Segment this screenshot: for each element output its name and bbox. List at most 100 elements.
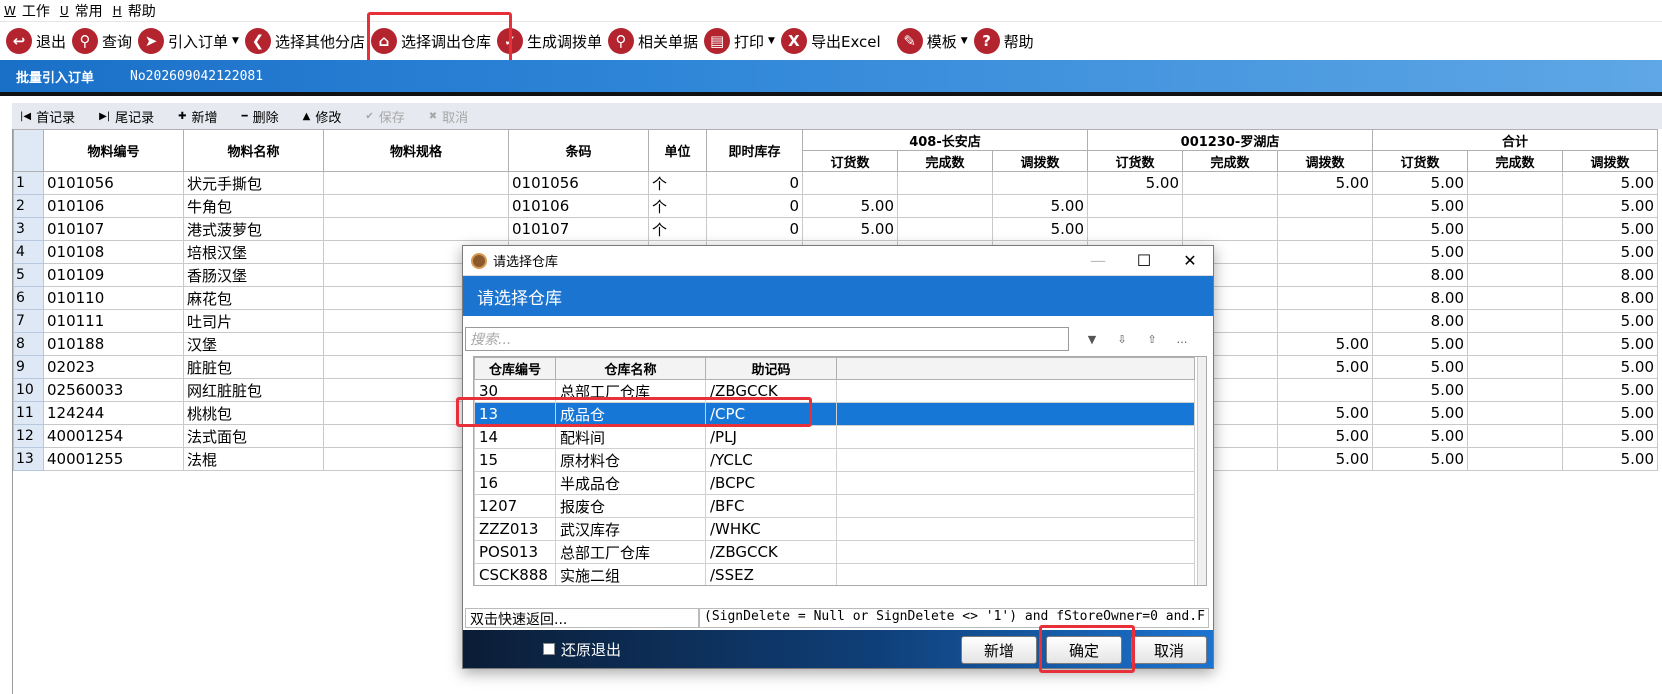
dialog-scrollbar[interactable] <box>1197 357 1206 585</box>
menu-common[interactable]: U 常用 <box>60 1 103 21</box>
confirm-button[interactable]: 确定 <box>1046 636 1122 664</box>
cell-total-order[interactable]: 5.00 <box>1372 401 1468 425</box>
list-item[interactable]: 1207 报废仓/BFC <box>474 494 1195 518</box>
cell-warehouse-code[interactable]: 14 <box>474 425 556 449</box>
table-row[interactable]: 2 010106 牛角包 010106 个 0 5.00 5.00 5.00 5.00 <box>13 194 1658 218</box>
cell-total-order[interactable]: 5.00 <box>1372 171 1468 195</box>
related-docs-button[interactable]: ⚲ 相关单据 <box>608 25 698 57</box>
cell-warehouse-name[interactable]: 成品仓 <box>555 402 706 426</box>
cell-name[interactable]: 脏脏包 <box>183 355 324 379</box>
cell-total-order[interactable]: 5.00 <box>1372 332 1468 356</box>
cell-barcode[interactable]: 0101056 <box>508 171 649 195</box>
generate-transfer-button[interactable]: ✓ 生成调拨单 <box>497 25 602 57</box>
cell-empty[interactable] <box>836 448 1195 472</box>
list-item[interactable]: CSCK888 实施二组/SSEZ <box>474 563 1195 585</box>
cell-empty[interactable] <box>836 494 1195 518</box>
cell-total-transfer[interactable]: 8.00 <box>1562 263 1658 287</box>
cell-luohu-done[interactable] <box>1182 217 1278 241</box>
maximize-icon[interactable]: ☐ <box>1121 251 1167 270</box>
cell-total-transfer[interactable]: 5.00 <box>1562 424 1658 448</box>
sub-header-done[interactable]: 完成数 <box>1182 150 1278 172</box>
cell-stock[interactable]: 0 <box>706 194 803 218</box>
cell-name[interactable]: 吐司片 <box>183 309 324 333</box>
cell-warehouse-name[interactable]: 总部工厂仓库 <box>555 379 706 403</box>
cell-changan-transfer[interactable]: 5.00 <box>992 217 1088 241</box>
cell-empty[interactable] <box>836 563 1195 585</box>
menu-work[interactable]: W 工作 <box>4 1 50 21</box>
cell-luohu-done[interactable] <box>1182 194 1278 218</box>
cell-mnemonic[interactable]: /BFC <box>705 494 837 518</box>
table-row[interactable]: 3 010107 港式菠萝包 010107 个 0 5.00 5.00 5.00 5.00 <box>13 217 1658 241</box>
cell-total-transfer[interactable]: 5.00 <box>1562 355 1658 379</box>
cell-spec[interactable] <box>323 171 509 195</box>
col-header-barcode[interactable]: 条码 <box>508 129 649 172</box>
cell-changan-done[interactable] <box>897 171 993 195</box>
cell-name[interactable]: 网红脏脏包 <box>183 378 324 402</box>
cell-total-done[interactable] <box>1467 309 1563 333</box>
cell-code[interactable]: 02023 <box>43 355 184 379</box>
cell-luohu-transfer[interactable] <box>1277 263 1373 287</box>
sub-header-transfer[interactable]: 调拨数 <box>992 150 1088 172</box>
cell-luohu-transfer[interactable] <box>1277 286 1373 310</box>
cell-total-order[interactable]: 5.00 <box>1372 240 1468 264</box>
cell-code[interactable]: 40001255 <box>43 447 184 471</box>
new-button[interactable]: 新增 <box>961 636 1037 664</box>
col-header-warehouse-code[interactable]: 仓库编号 <box>474 357 556 380</box>
add-record-button[interactable]: ✚ 新增 <box>178 107 217 126</box>
cell-luohu-done[interactable] <box>1182 171 1278 195</box>
template-button[interactable]: ✎ 模板 ▼ <box>896 25 968 57</box>
cell-total-done[interactable] <box>1467 424 1563 448</box>
sort-asc-icon[interactable]: ⇩ <box>1107 333 1137 346</box>
cell-name[interactable]: 牛角包 <box>183 194 324 218</box>
edit-record-button[interactable]: ▲ 修改 <box>303 107 342 126</box>
col-header-stock[interactable]: 即时库存 <box>706 129 803 172</box>
cell-code[interactable]: 010188 <box>43 332 184 356</box>
cell-total-order[interactable]: 8.00 <box>1372 263 1468 287</box>
cell-warehouse-name[interactable]: 配料间 <box>555 425 706 449</box>
cell-changan-order[interactable]: 5.00 <box>802 194 898 218</box>
cell-empty[interactable] <box>836 425 1195 449</box>
cell-name[interactable]: 培根汉堡 <box>183 240 324 264</box>
cell-changan-order[interactable]: 5.00 <box>802 217 898 241</box>
cell-code[interactable]: 010111 <box>43 309 184 333</box>
cell-luohu-order[interactable] <box>1087 194 1183 218</box>
col-header-warehouse-name[interactable]: 仓库名称 <box>555 357 706 380</box>
delete-record-button[interactable]: ━ 删除 <box>242 107 279 126</box>
sub-header-order[interactable]: 订货数 <box>802 150 898 172</box>
cell-total-order[interactable]: 5.00 <box>1372 447 1468 471</box>
cell-total-done[interactable] <box>1467 401 1563 425</box>
cell-total-done[interactable] <box>1467 332 1563 356</box>
cell-changan-transfer[interactable] <box>992 171 1088 195</box>
import-order-button[interactable]: ➤ 引入订单 ▼ <box>138 25 239 57</box>
col-header-spec[interactable]: 物料规格 <box>323 129 509 172</box>
cell-name[interactable]: 港式菠萝包 <box>183 217 324 241</box>
cell-total-order[interactable]: 8.00 <box>1372 286 1468 310</box>
cell-luohu-transfer[interactable] <box>1277 194 1373 218</box>
cell-total-order[interactable]: 5.00 <box>1372 217 1468 241</box>
cell-luohu-transfer[interactable]: 5.00 <box>1277 424 1373 448</box>
cell-code[interactable]: 010108 <box>43 240 184 264</box>
cell-name[interactable]: 麻花包 <box>183 286 324 310</box>
cell-total-done[interactable] <box>1467 355 1563 379</box>
exit-button[interactable]: ↩ 退出 <box>6 25 66 57</box>
cell-total-done[interactable] <box>1467 217 1563 241</box>
cell-stock[interactable]: 0 <box>706 217 803 241</box>
cell-name[interactable]: 桃桃包 <box>183 401 324 425</box>
cell-code[interactable]: 0101056 <box>43 171 184 195</box>
cell-total-order[interactable]: 5.00 <box>1372 355 1468 379</box>
cell-name[interactable]: 法式面包 <box>183 424 324 448</box>
cell-total-order[interactable]: 5.00 <box>1372 378 1468 402</box>
restore-exit-checkbox[interactable]: 还原退出 <box>543 639 621 660</box>
query-button[interactable]: ⚲ 查询 <box>72 25 132 57</box>
cell-code[interactable]: 40001254 <box>43 424 184 448</box>
cell-total-done[interactable] <box>1467 378 1563 402</box>
cell-empty[interactable] <box>836 517 1195 541</box>
cell-mnemonic[interactable]: /PLJ <box>705 425 837 449</box>
cell-name[interactable]: 香肠汉堡 <box>183 263 324 287</box>
cell-mnemonic[interactable]: /YCLC <box>705 448 837 472</box>
cell-total-done[interactable] <box>1467 286 1563 310</box>
cell-luohu-transfer[interactable] <box>1277 309 1373 333</box>
cell-total-transfer[interactable]: 5.00 <box>1562 309 1658 333</box>
cell-total-transfer[interactable]: 5.00 <box>1562 332 1658 356</box>
cell-warehouse-code[interactable]: POS013 <box>474 540 556 564</box>
